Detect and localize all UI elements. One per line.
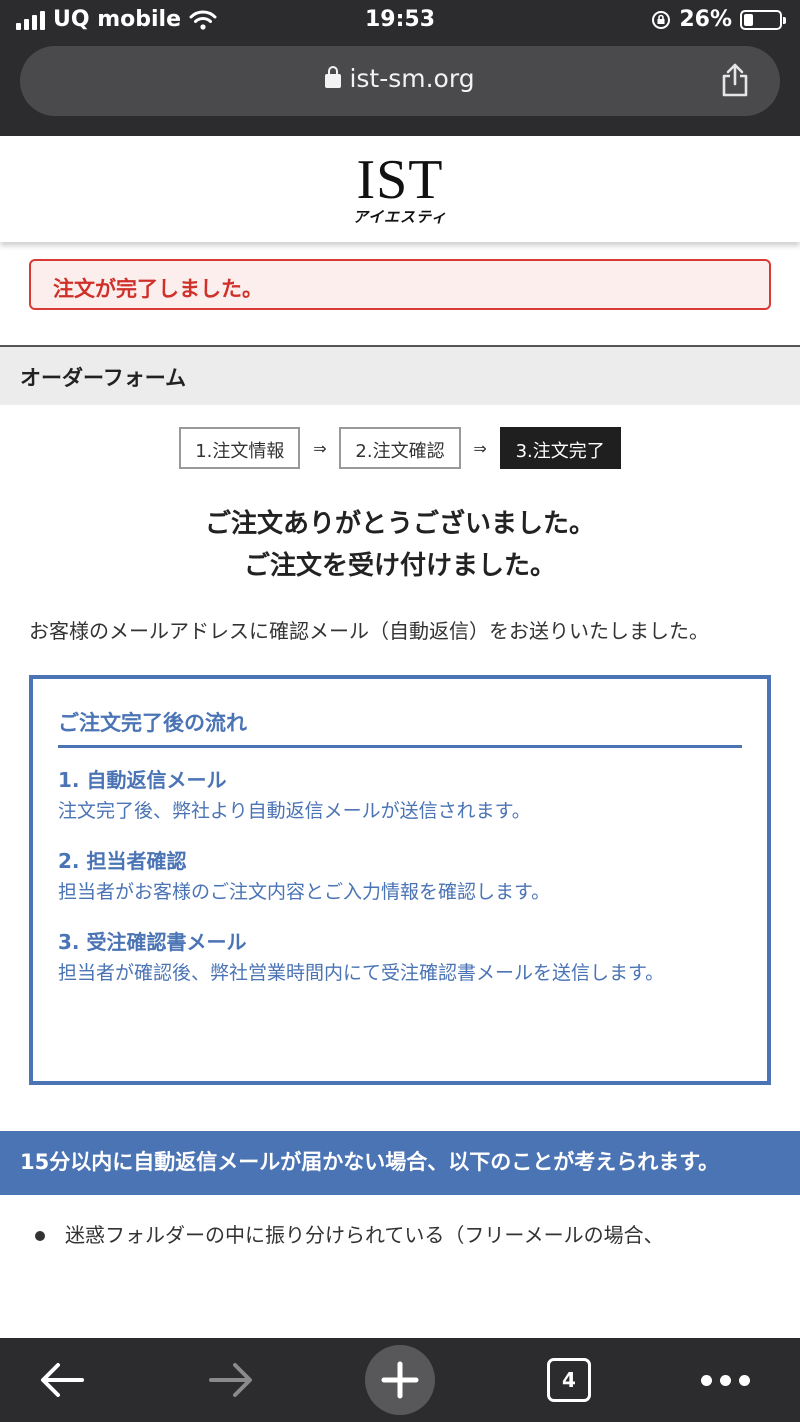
more-icon	[700, 1374, 750, 1386]
flow-item-description: 注文完了後、弊社より自動返信メールが送信されます。	[58, 800, 531, 822]
back-button[interactable]	[12, 1338, 112, 1422]
flow-item-heading: 3. 受注確認書メール	[58, 930, 247, 954]
thank-you-line-2: ご注文を受け付けました。	[243, 551, 556, 581]
section-title: オーダーフォーム	[0, 345, 800, 405]
site-logo[interactable]: IST	[0, 136, 800, 208]
order-complete-alert: 注文が完了しました。	[29, 259, 771, 310]
forward-button[interactable]	[181, 1338, 281, 1422]
flow-item-description: 担当者がお客様のご注文内容とご入力情報を確認します。	[58, 881, 551, 903]
share-icon[interactable]	[720, 62, 750, 98]
plus-icon	[365, 1345, 435, 1415]
orientation-lock-icon	[652, 10, 671, 29]
thank-you-line-1: ご注文ありがとうございました。	[204, 509, 595, 539]
step-arrow: ⇒	[473, 438, 487, 458]
battery-percent: 26%	[679, 7, 732, 32]
flow-item: 3. 受注確認書メール 担当者が確認後、弊社営業時間内にて受注確認書メールを送信…	[58, 928, 742, 991]
site-logo-subtitle: アイエスティ	[352, 208, 448, 226]
thank-you-message: ご注文ありがとうございました。 ご注文を受け付けました。	[0, 503, 800, 587]
confirmation-email-notice: お客様のメールアドレスに確認メール（自動返信）をお送りいたしました。	[29, 619, 709, 643]
flow-item: 1. 自動返信メール 注文完了後、弊社より自動返信メールが送信されます。	[58, 766, 742, 829]
arrow-left-icon	[41, 1363, 84, 1397]
tab-count-icon: 4	[547, 1358, 591, 1402]
flow-item-description: 担当者が確認後、弊社営業時間内にて受注確認書メールを送信します。	[58, 962, 665, 984]
no-mail-heading: 15分以内に自動返信メールが届かない場合、以下のことが考えられます。	[0, 1131, 800, 1195]
address-bar[interactable]: ist-sm.org	[20, 46, 780, 116]
menu-button[interactable]	[675, 1338, 775, 1422]
list-item: 迷惑フォルダーの中に振り分けられている（フリーメールの場合、	[29, 1217, 771, 1254]
browser-chrome: UQ mobile 19:53 26% ist-sm.org	[0, 0, 800, 136]
arrow-right-icon	[209, 1363, 252, 1397]
flow-item-heading: 1. 自動返信メール	[58, 768, 227, 792]
lock-icon	[325, 66, 342, 88]
post-order-flow-box: ご注文完了後の流れ 1. 自動返信メール 注文完了後、弊社より自動返信メールが送…	[29, 675, 771, 1085]
new-tab-button[interactable]	[350, 1338, 450, 1422]
step-order-complete: 3.注文完了	[499, 427, 621, 469]
order-steps: 1.注文情報 ⇒ 2.注文確認 ⇒ 3.注文完了	[0, 427, 800, 469]
site-header: IST アイエスティ	[0, 136, 800, 242]
page-content: 注文が完了しました。 オーダーフォーム 1.注文情報 ⇒ 2.注文確認 ⇒ 3.…	[0, 242, 800, 1338]
step-order-confirm: 2.注文確認	[339, 427, 461, 469]
browser-toolbar: 4	[0, 1338, 800, 1422]
tabs-button[interactable]: 4	[519, 1338, 619, 1422]
battery-icon	[740, 9, 786, 30]
step-arrow: ⇒	[313, 438, 327, 458]
no-mail-reasons: 迷惑フォルダーの中に振り分けられている（フリーメールの場合、	[29, 1217, 771, 1254]
status-bar: UQ mobile 19:53 26%	[0, 0, 800, 42]
flow-item-heading: 2. 担当者確認	[58, 849, 187, 873]
flow-item: 2. 担当者確認 担当者がお客様のご注文内容とご入力情報を確認します。	[58, 847, 742, 910]
url-text: ist-sm.org	[349, 64, 475, 93]
step-order-info: 1.注文情報	[179, 427, 301, 469]
flow-title: ご注文完了後の流れ	[58, 707, 742, 748]
